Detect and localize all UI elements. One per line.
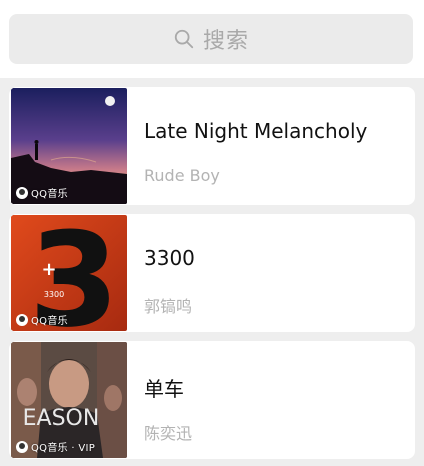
search-placeholder: 搜索 bbox=[202, 29, 249, 54]
qq-music-icon bbox=[16, 440, 28, 453]
cover-plus: + bbox=[41, 259, 56, 280]
album-cover: 3 + 3300 QQ音乐 bbox=[11, 215, 127, 331]
song-artist: 陈奕迅 bbox=[144, 424, 193, 443]
album-cover: QQ音乐 bbox=[11, 88, 127, 204]
qq-music-badge: QQ音乐 bbox=[16, 312, 68, 327]
album-cover: EASON QQ音乐 · VIP bbox=[11, 342, 127, 458]
song-title: 3300 bbox=[144, 246, 195, 270]
search-bar[interactable]: 搜索 bbox=[9, 14, 413, 64]
song-artist: Rude Boy bbox=[144, 166, 220, 185]
search-icon bbox=[174, 29, 194, 49]
qq-music-icon bbox=[16, 186, 28, 199]
cover-value: 3300 bbox=[44, 290, 64, 299]
song-card[interactable]: 3 + 3300 QQ音乐 3300 郭镐鸣 bbox=[9, 214, 415, 332]
song-card[interactable]: EASON QQ音乐 · VIP 单车 陈奕迅 bbox=[9, 341, 415, 459]
qq-music-badge: QQ音乐 · VIP bbox=[16, 439, 95, 454]
song-artist: 郭镐鸣 bbox=[144, 297, 193, 316]
song-card[interactable]: QQ音乐 Late Night Melancholy Rude Boy bbox=[9, 87, 415, 205]
song-title: 单车 bbox=[144, 377, 184, 401]
qq-music-icon bbox=[16, 313, 28, 326]
song-title: Late Night Melancholy bbox=[144, 119, 368, 143]
cover-eason: EASON bbox=[23, 406, 100, 431]
qq-music-badge: QQ音乐 bbox=[16, 185, 68, 200]
search-section: 搜索 bbox=[0, 0, 424, 78]
